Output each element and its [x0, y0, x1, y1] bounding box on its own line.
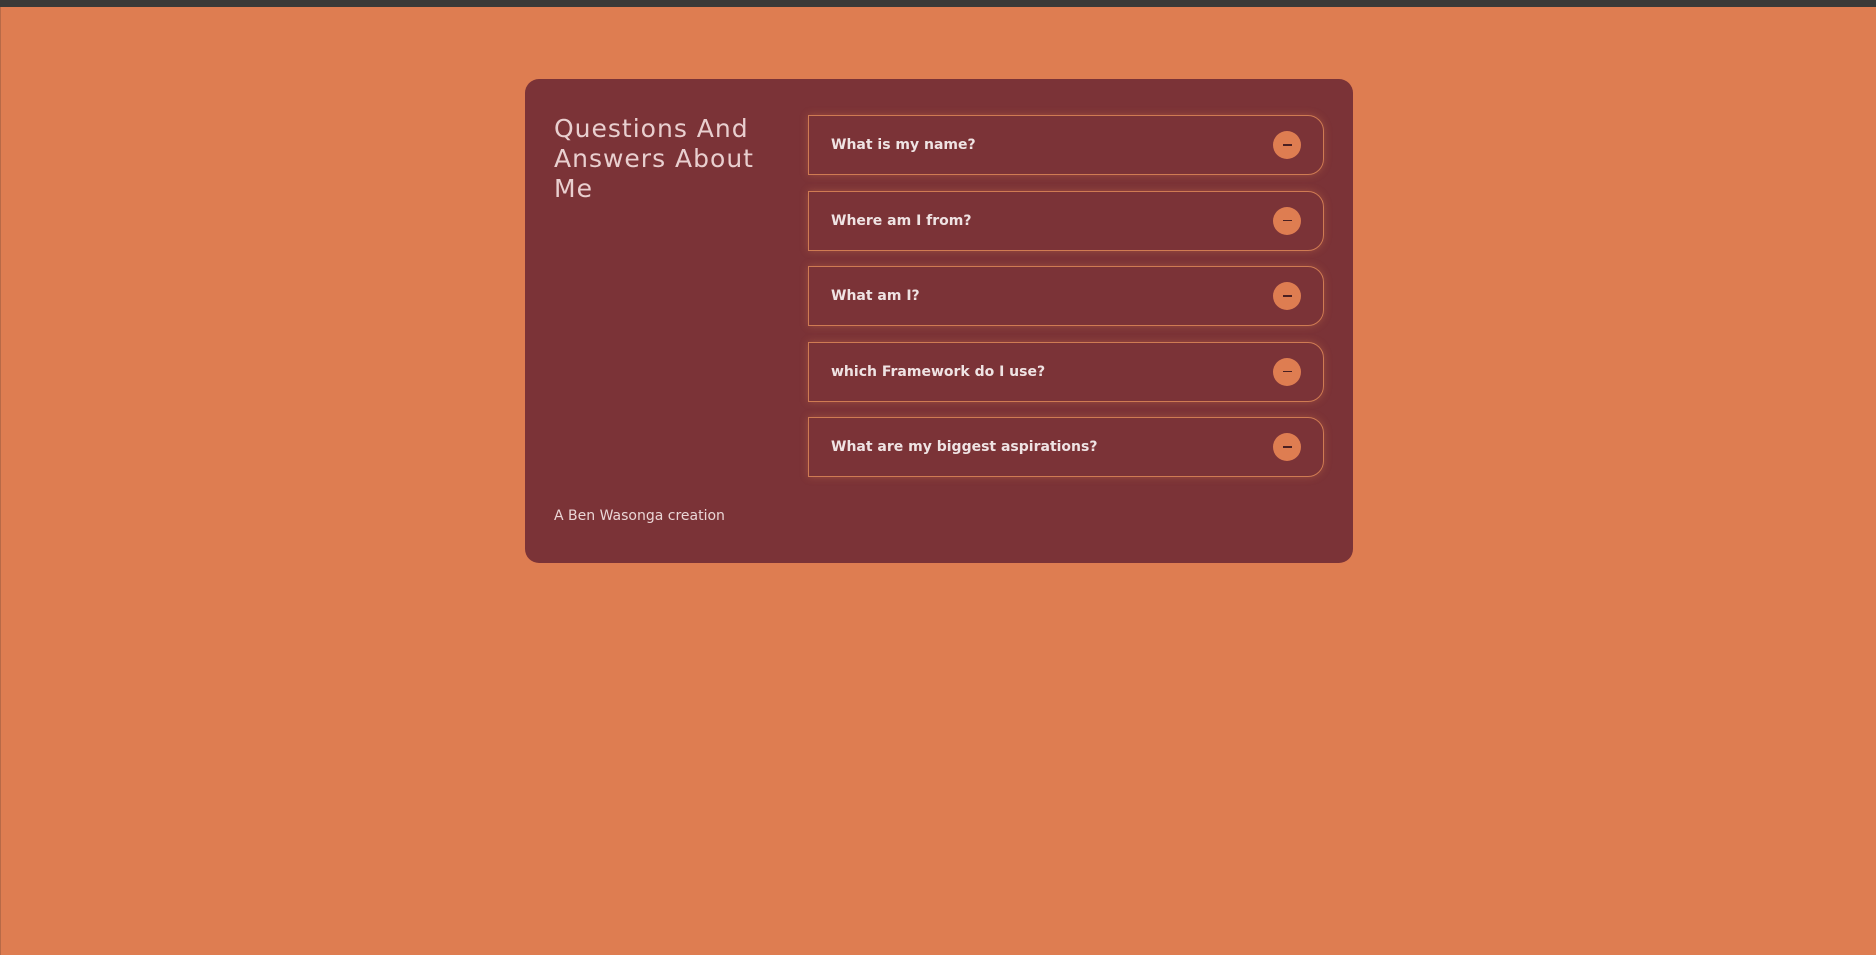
minus-icon	[1282, 295, 1292, 297]
minus-icon	[1282, 144, 1292, 146]
faq-list: What is my name? Where am I from? What a…	[808, 115, 1324, 493]
collapse-button[interactable]	[1273, 433, 1301, 461]
minus-icon	[1282, 219, 1292, 222]
collapse-button[interactable]	[1273, 206, 1301, 235]
window-top-bar	[0, 0, 1876, 7]
faq-item-origin[interactable]: Where am I from?	[808, 190, 1324, 251]
faq-item-aspirations[interactable]: What are my biggest aspirations?	[808, 417, 1324, 477]
window-left-edge	[0, 7, 1, 955]
faq-question: Where am I from?	[831, 212, 972, 229]
collapse-button[interactable]	[1273, 131, 1301, 159]
minus-icon	[1282, 446, 1292, 448]
page-title: Questions And Answers About Me	[554, 114, 754, 203]
faq-question: What are my biggest aspirations?	[831, 439, 1098, 455]
faq-question: What is my name?	[831, 137, 976, 153]
minus-icon	[1282, 370, 1292, 373]
faq-card: Questions And Answers About Me What is m…	[525, 79, 1353, 563]
collapse-button[interactable]	[1273, 282, 1301, 310]
faq-item-framework[interactable]: which Framework do I use?	[808, 341, 1324, 402]
collapse-button[interactable]	[1273, 357, 1301, 386]
faq-item-identity[interactable]: What am I?	[808, 266, 1324, 326]
faq-question: which Framework do I use?	[831, 363, 1046, 380]
faq-question: What am I?	[831, 288, 920, 304]
faq-item-name[interactable]: What is my name?	[808, 115, 1324, 175]
footer-credit: A Ben Wasonga creation	[554, 508, 725, 524]
